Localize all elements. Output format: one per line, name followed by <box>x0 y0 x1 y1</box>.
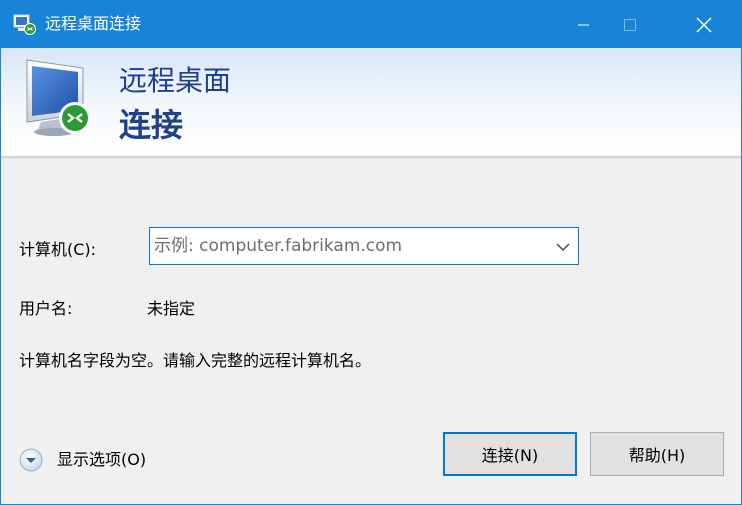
maximize-icon <box>624 18 636 31</box>
status-message: 计算机名字段为空。请输入完整的远程计算机名。 <box>19 351 372 370</box>
close-icon <box>696 17 712 32</box>
chevron-down-icon[interactable] <box>556 239 570 253</box>
banner-title-line2: 连接 <box>119 106 184 144</box>
chevron-down-circle-icon[interactable] <box>19 448 43 472</box>
help-button[interactable]: 帮助(H) <box>590 432 724 476</box>
computer-input[interactable] <box>154 228 544 264</box>
username-value: 未指定 <box>147 299 196 318</box>
computer-combobox[interactable] <box>149 227 579 265</box>
header-banner: 远程桌面 连接 <box>1 48 741 156</box>
close-button[interactable] <box>681 1 727 48</box>
show-options-toggle[interactable]: 显示选项(O) <box>19 447 146 473</box>
monitor-connection-icon <box>23 58 103 140</box>
connect-button[interactable]: 连接(N) <box>443 432 577 476</box>
minimize-button[interactable] <box>561 1 607 48</box>
remote-desktop-window: 远程桌面连接 远程桌面 连接 计算机(C): 示例: computer.fabr… <box>0 0 742 505</box>
show-options-label[interactable]: 显示选项(O) <box>57 449 146 471</box>
remote-desktop-icon <box>13 14 37 36</box>
title-bar[interactable]: 远程桌面连接 <box>1 1 741 48</box>
banner-title-line1: 远程桌面 <box>119 64 232 97</box>
minimize-icon <box>578 24 589 25</box>
computer-label: 计算机(C): <box>19 240 97 259</box>
banner-divider <box>1 156 741 159</box>
window-title: 远程桌面连接 <box>45 14 142 33</box>
username-label: 用户名: <box>19 299 73 318</box>
maximize-button[interactable] <box>607 1 653 48</box>
